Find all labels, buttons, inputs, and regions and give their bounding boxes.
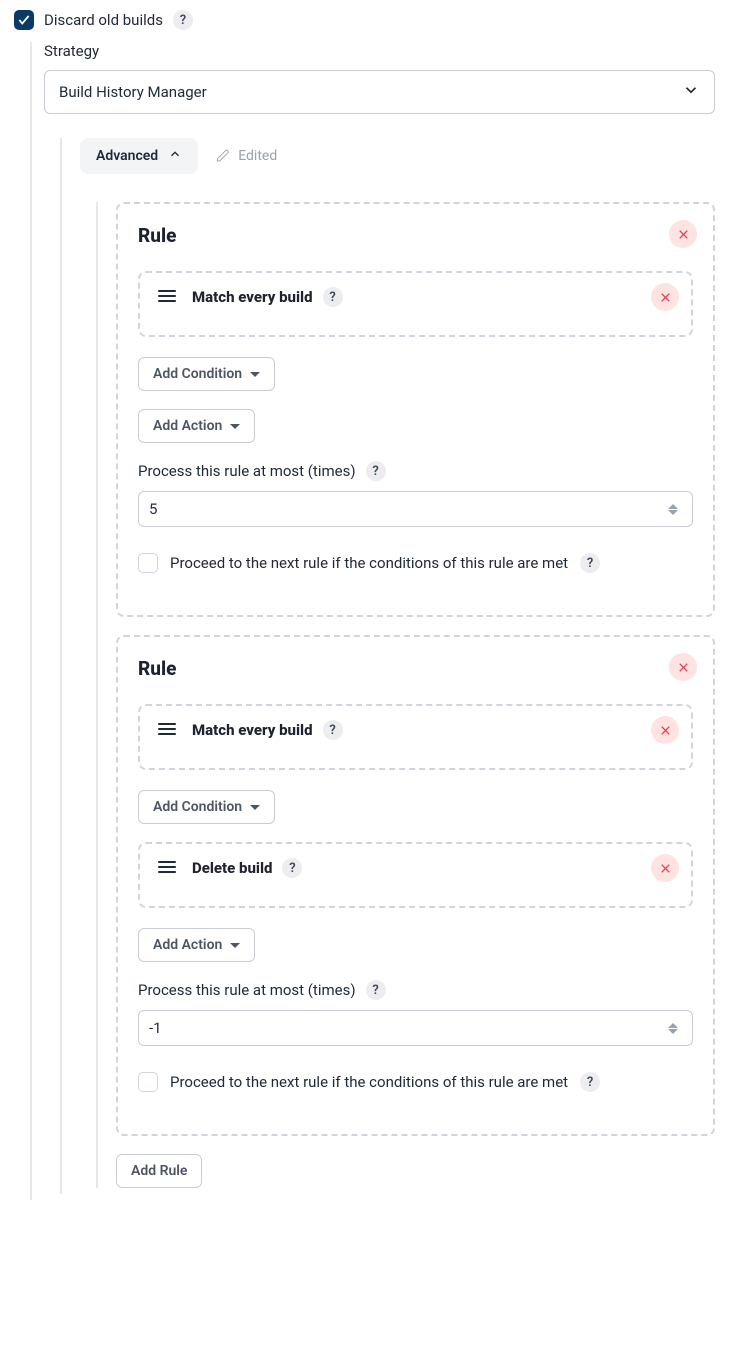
process-times-value: 5 <box>149 500 157 518</box>
add-condition-button[interactable]: Add Condition <box>138 357 275 391</box>
discard-old-builds-checkbox[interactable] <box>14 10 34 30</box>
add-action-button[interactable]: Add Action <box>138 409 255 443</box>
action-help-icon[interactable]: ? <box>282 858 302 878</box>
condition-label: Match every build <box>192 721 313 739</box>
delete-condition-button[interactable] <box>651 283 679 311</box>
process-label: Process this rule at most (times) <box>138 462 356 480</box>
add-condition-button[interactable]: Add Condition <box>138 790 275 824</box>
add-rule-button[interactable]: Add Rule <box>116 1154 202 1188</box>
action-card: Delete build ? <box>138 842 693 908</box>
proceed-checkbox[interactable] <box>138 1072 158 1092</box>
stepper-up-icon <box>668 504 678 509</box>
stepper-up-icon <box>668 1023 678 1028</box>
delete-action-button[interactable] <box>651 854 679 882</box>
caret-down-icon <box>230 943 240 948</box>
drag-handle-icon[interactable] <box>158 290 176 304</box>
condition-help-icon[interactable]: ? <box>323 287 343 307</box>
chevron-up-icon <box>168 147 182 165</box>
drag-handle-icon[interactable] <box>158 723 176 737</box>
delete-condition-button[interactable] <box>651 716 679 744</box>
add-condition-label: Add Condition <box>153 366 242 382</box>
process-times-input[interactable]: -1 <box>138 1010 693 1046</box>
close-icon <box>659 724 672 737</box>
strategy-label: Strategy <box>44 42 715 60</box>
edited-indicator: Edited <box>216 148 277 164</box>
process-times-input[interactable]: 5 <box>138 491 693 527</box>
discard-help-icon[interactable]: ? <box>173 10 193 30</box>
rule-card: Rule Match every build ? Add Condition <box>116 635 715 1136</box>
process-label: Process this rule at most (times) <box>138 981 356 999</box>
number-stepper[interactable] <box>668 1023 682 1034</box>
rule-title: Rule <box>138 657 693 680</box>
check-icon <box>17 13 31 27</box>
add-condition-label: Add Condition <box>153 799 242 815</box>
discard-old-builds-label: Discard old builds <box>44 11 163 29</box>
proceed-help-icon[interactable]: ? <box>580 553 600 573</box>
close-icon <box>677 661 690 674</box>
action-label: Delete build <box>192 859 272 877</box>
pencil-icon <box>216 149 230 163</box>
caret-down-icon <box>250 372 260 377</box>
caret-down-icon <box>250 805 260 810</box>
add-action-label: Add Action <box>153 937 222 953</box>
rule-card: Rule Match every build ? Add Condition <box>116 202 715 617</box>
advanced-toggle-button[interactable]: Advanced <box>80 138 198 174</box>
stepper-down-icon <box>668 510 678 515</box>
proceed-checkbox[interactable] <box>138 553 158 573</box>
delete-rule-button[interactable] <box>669 653 697 681</box>
edited-label: Edited <box>238 148 277 164</box>
chevron-down-icon <box>682 81 700 103</box>
process-times-value: -1 <box>149 1019 162 1037</box>
condition-card: Match every build ? <box>138 271 693 337</box>
add-action-button[interactable]: Add Action <box>138 928 255 962</box>
process-help-icon[interactable]: ? <box>366 461 386 481</box>
proceed-help-icon[interactable]: ? <box>580 1072 600 1092</box>
condition-label: Match every build <box>192 288 313 306</box>
close-icon <box>659 862 672 875</box>
strategy-select[interactable]: Build History Manager <box>44 70 715 114</box>
add-action-label: Add Action <box>153 418 222 434</box>
close-icon <box>659 291 672 304</box>
add-rule-label: Add Rule <box>131 1163 187 1179</box>
advanced-label: Advanced <box>96 148 158 164</box>
condition-help-icon[interactable]: ? <box>323 720 343 740</box>
proceed-label: Proceed to the next rule if the conditio… <box>170 554 568 572</box>
condition-card: Match every build ? <box>138 704 693 770</box>
delete-rule-button[interactable] <box>669 220 697 248</box>
caret-down-icon <box>230 424 240 429</box>
number-stepper[interactable] <box>668 504 682 515</box>
close-icon <box>677 228 690 241</box>
stepper-down-icon <box>668 1029 678 1034</box>
process-help-icon[interactable]: ? <box>366 980 386 1000</box>
proceed-label: Proceed to the next rule if the conditio… <box>170 1073 568 1091</box>
drag-handle-icon[interactable] <box>158 861 176 875</box>
rule-title: Rule <box>138 224 693 247</box>
strategy-selected-value: Build History Manager <box>59 83 207 101</box>
